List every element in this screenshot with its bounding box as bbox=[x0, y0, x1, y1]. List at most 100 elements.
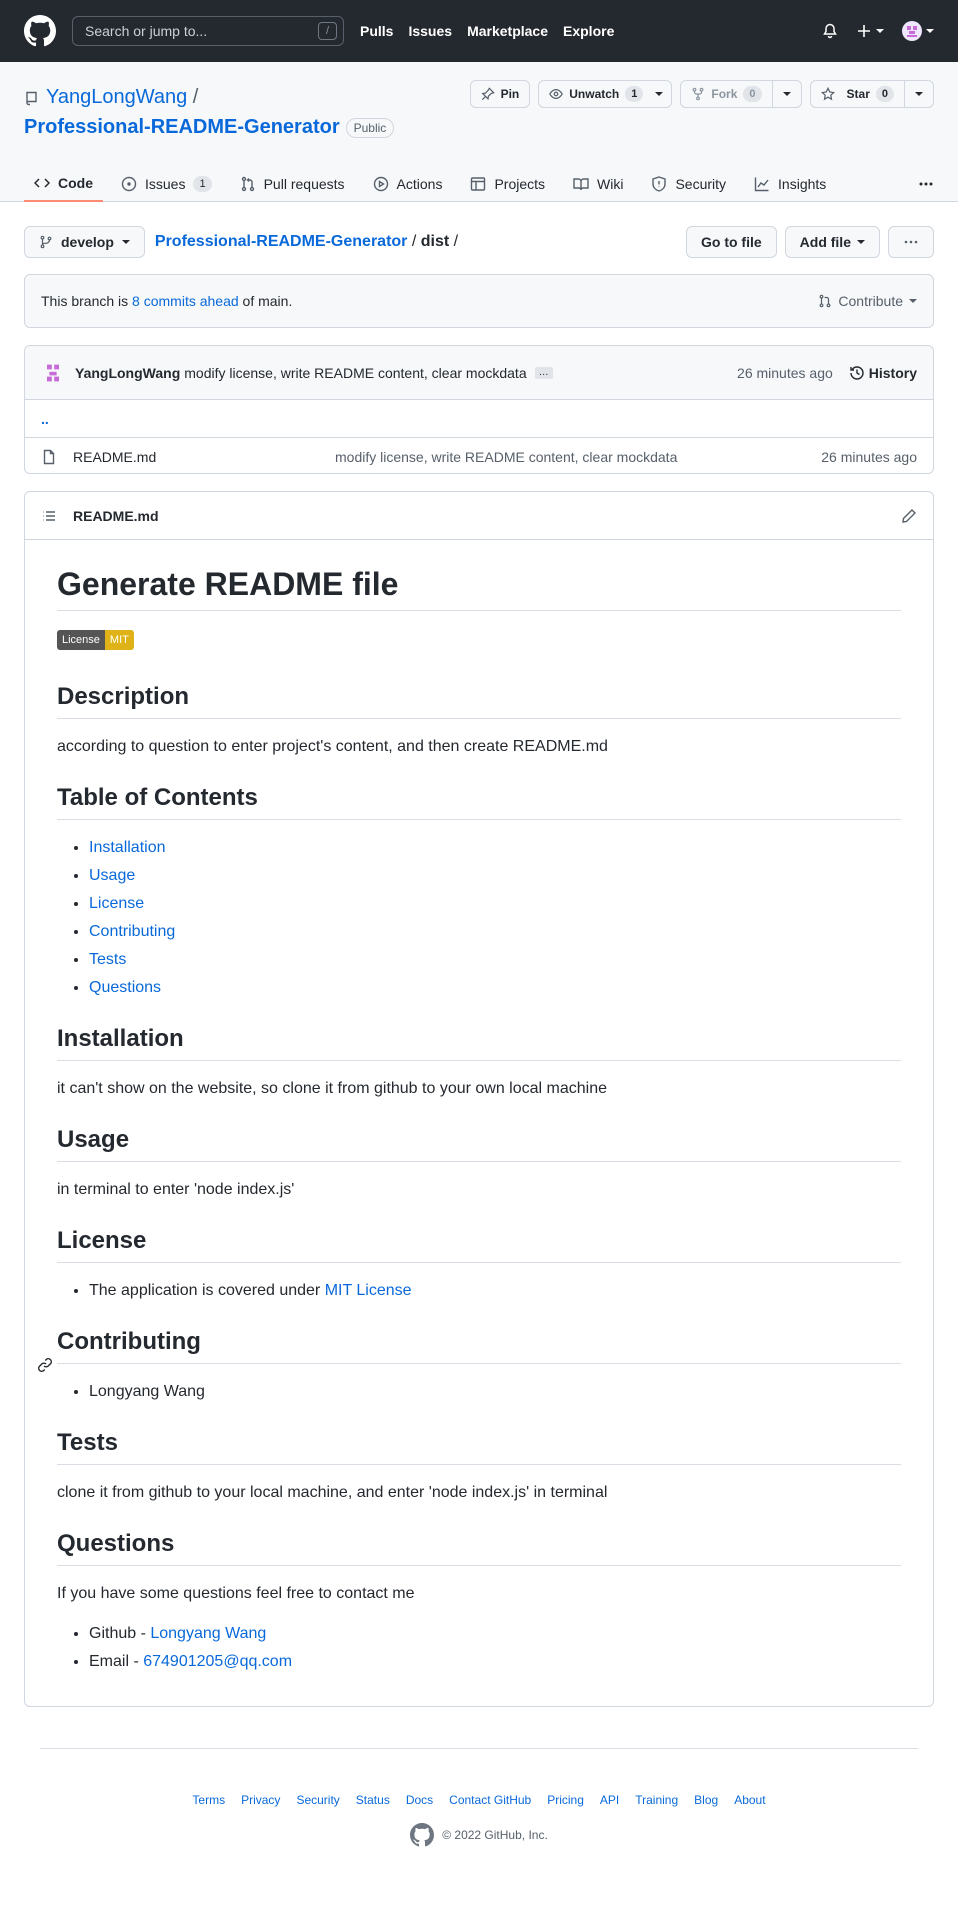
graph-icon bbox=[754, 177, 769, 192]
footer-link-training[interactable]: Training bbox=[635, 1793, 678, 1807]
toc-link-contributing[interactable]: Contributing bbox=[89, 923, 175, 940]
footer-link-api[interactable]: API bbox=[600, 1793, 619, 1807]
commit-time: 26 minutes ago bbox=[737, 364, 833, 381]
file-commit-message-link[interactable]: modify license, write README content, cl… bbox=[335, 449, 677, 465]
fork-button[interactable]: Fork 0 bbox=[680, 80, 773, 108]
github-mark-icon[interactable] bbox=[410, 1823, 435, 1847]
license-badge[interactable]: License MIT bbox=[57, 630, 134, 650]
list-item: The application is covered under MIT Lic… bbox=[89, 1279, 901, 1303]
toc-link-tests[interactable]: Tests bbox=[89, 951, 126, 968]
footer-link-blog[interactable]: Blog bbox=[694, 1793, 718, 1807]
repo-name-link[interactable]: Professional-README-Generator bbox=[24, 116, 340, 138]
tab-code[interactable]: Code bbox=[24, 166, 103, 202]
caret-down-icon bbox=[121, 240, 130, 244]
footer-link-contact[interactable]: Contact GitHub bbox=[449, 1793, 531, 1807]
heading-tests: Tests bbox=[57, 1428, 901, 1465]
github-profile-link[interactable]: Longyang Wang bbox=[150, 1625, 266, 1642]
nav-issues[interactable]: Issues bbox=[408, 23, 452, 39]
footer-link-privacy[interactable]: Privacy bbox=[241, 1793, 280, 1807]
toc-link-license[interactable]: License bbox=[89, 895, 144, 912]
footer-link-about[interactable]: About bbox=[734, 1793, 765, 1807]
fork-dropdown-button[interactable] bbox=[772, 80, 802, 108]
watch-count: 1 bbox=[625, 86, 644, 102]
create-new-button[interactable] bbox=[856, 23, 884, 39]
fork-label: Fork bbox=[711, 87, 738, 101]
tab-actions[interactable]: Actions bbox=[363, 166, 453, 202]
star-dropdown-button[interactable] bbox=[905, 80, 934, 108]
readme-title: Generate README file bbox=[57, 564, 901, 611]
tab-security[interactable]: Security bbox=[641, 166, 736, 202]
latest-commit: YangLongWang modify license, write READM… bbox=[25, 346, 933, 400]
bell-icon[interactable] bbox=[822, 23, 838, 39]
tab-projects[interactable]: Projects bbox=[460, 166, 555, 202]
star-label: Star bbox=[846, 87, 870, 101]
caret-down-icon bbox=[857, 240, 865, 244]
list-item: Tests bbox=[89, 948, 901, 972]
avatar bbox=[902, 21, 922, 41]
repo-owner-link[interactable]: YangLongWang bbox=[46, 86, 187, 108]
list-item: Longyang Wang bbox=[89, 1380, 901, 1404]
fork-count: 0 bbox=[743, 86, 762, 102]
email-link[interactable]: 674901205@qq.com bbox=[143, 1653, 292, 1670]
kebab-horizontal-icon bbox=[919, 182, 933, 186]
footer-link-pricing[interactable]: Pricing bbox=[547, 1793, 584, 1807]
commit-expand-button[interactable]: … bbox=[534, 366, 553, 379]
file-name-link[interactable]: README.md bbox=[73, 449, 335, 465]
tab-issues[interactable]: Issues 1 bbox=[111, 166, 222, 202]
file-icon bbox=[43, 449, 55, 464]
commit-author-link[interactable]: YangLongWang bbox=[75, 365, 180, 381]
tab-wiki[interactable]: Wiki bbox=[563, 166, 633, 202]
caret-down-icon bbox=[926, 29, 934, 33]
caret-down-icon bbox=[915, 92, 923, 96]
contribute-button[interactable]: Contribute bbox=[818, 293, 917, 309]
branch-select-button[interactable]: develop bbox=[24, 226, 145, 258]
add-file-button[interactable]: Add file bbox=[784, 226, 880, 258]
slash-shortcut-hint: / bbox=[318, 22, 337, 40]
github-logo-icon[interactable] bbox=[24, 15, 56, 47]
tab-wiki-label: Wiki bbox=[597, 176, 624, 192]
mit-license-link[interactable]: MIT License bbox=[325, 1282, 412, 1299]
commits-ahead-link[interactable]: 8 commits ahead bbox=[132, 293, 239, 309]
pencil-icon[interactable] bbox=[901, 508, 917, 524]
breadcrumb-repo-link[interactable]: Professional-README-Generator bbox=[155, 233, 408, 250]
parent-directory-link[interactable]: .. bbox=[25, 400, 933, 438]
fork-icon bbox=[692, 87, 704, 101]
nav-explore[interactable]: Explore bbox=[563, 23, 614, 39]
more-options-button[interactable] bbox=[888, 226, 934, 258]
nav-pulls[interactable]: Pulls bbox=[360, 23, 393, 39]
user-menu-button[interactable] bbox=[902, 21, 934, 41]
toc-link-installation[interactable]: Installation bbox=[89, 839, 166, 856]
toc-link-questions[interactable]: Questions bbox=[89, 979, 161, 996]
pin-label: Pin bbox=[500, 87, 520, 101]
nav-marketplace[interactable]: Marketplace bbox=[467, 23, 548, 39]
pin-icon bbox=[481, 87, 495, 101]
tab-insights[interactable]: Insights bbox=[744, 166, 836, 202]
book-icon bbox=[573, 178, 589, 191]
repo-actions: Pin Unwatch 1 Fork 0 Star 0 bbox=[469, 80, 934, 108]
file-row: README.md modify license, write README c… bbox=[25, 438, 933, 473]
pin-button[interactable]: Pin bbox=[469, 80, 531, 108]
star-button[interactable]: Star 0 bbox=[809, 80, 905, 108]
history-button[interactable]: History bbox=[849, 365, 917, 381]
unwatch-button[interactable]: Unwatch 1 bbox=[538, 80, 673, 108]
branch-status-banner: This branch is 8 commits ahead of main. … bbox=[24, 274, 934, 328]
tab-pull-requests[interactable]: Pull requests bbox=[230, 166, 355, 202]
site-footer: Terms Privacy Security Status Docs Conta… bbox=[40, 1748, 918, 1847]
usage-text: in terminal to enter 'node index.js' bbox=[57, 1181, 295, 1198]
toc-list: Installation Usage License Contributing … bbox=[57, 836, 901, 1000]
footer-link-security[interactable]: Security bbox=[296, 1793, 339, 1807]
search-input[interactable]: Search or jump to... / bbox=[72, 16, 344, 46]
more-tabs-button[interactable] bbox=[918, 166, 934, 202]
tab-projects-label: Projects bbox=[494, 176, 546, 192]
go-to-file-button[interactable]: Go to file bbox=[685, 226, 777, 258]
commit-message-link[interactable]: modify license, write README content, cl… bbox=[184, 365, 526, 381]
tests-text: clone it from github to your local machi… bbox=[57, 1484, 608, 1501]
footer-link-terms[interactable]: Terms bbox=[192, 1793, 225, 1807]
file-list: YangLongWang modify license, write READM… bbox=[24, 345, 934, 474]
link-icon[interactable] bbox=[37, 1357, 53, 1373]
footer-link-status[interactable]: Status bbox=[356, 1793, 390, 1807]
toc-link-usage[interactable]: Usage bbox=[89, 867, 135, 884]
footer-link-docs[interactable]: Docs bbox=[406, 1793, 433, 1807]
list-unordered-icon[interactable] bbox=[41, 508, 57, 524]
list-item: Email - 674901205@qq.com bbox=[89, 1650, 901, 1674]
